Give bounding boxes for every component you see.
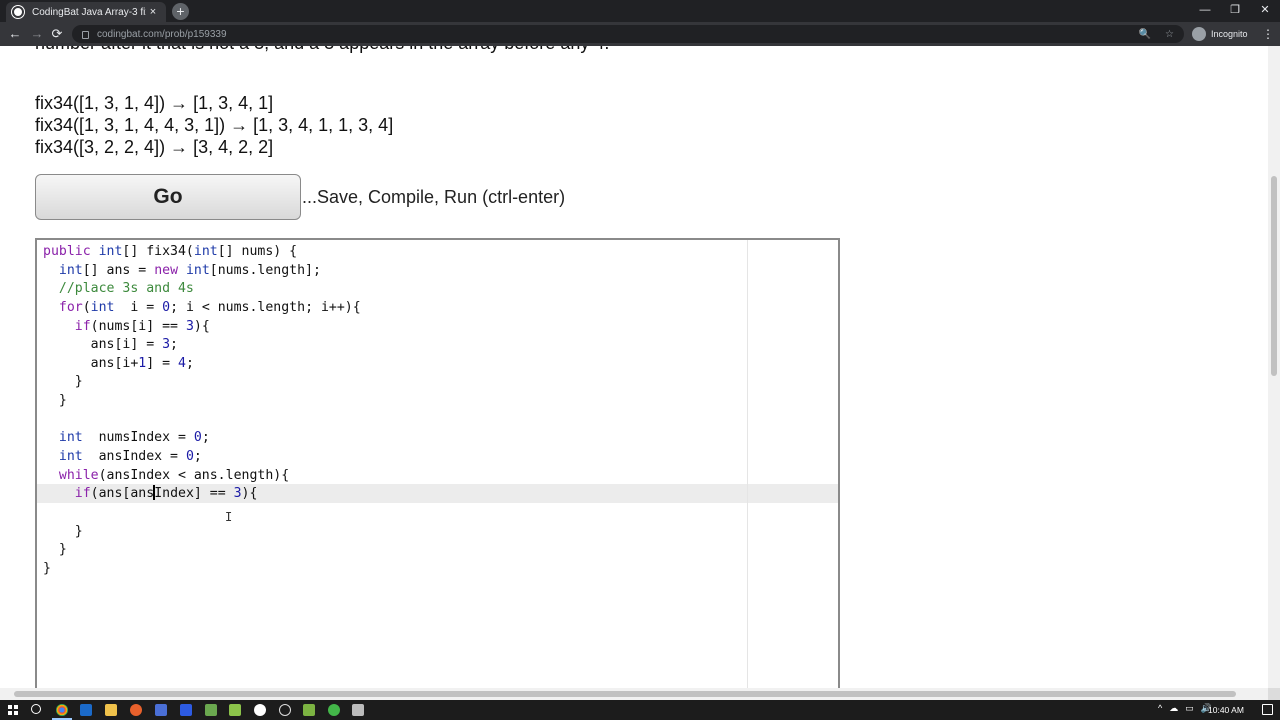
code-text[interactable]: public int[] fix34(int[] nums) { int[] a… <box>43 243 361 579</box>
example-line: fix34([1, 3, 1, 4, 4, 3, 1]) → [1, 3, 4,… <box>35 115 394 135</box>
search-icon[interactable] <box>31 704 41 714</box>
close-window-button[interactable]: ✕ <box>1250 0 1280 22</box>
example-line: fix34([1, 3, 1, 4]) → [1, 3, 4, 1] <box>35 93 274 113</box>
terminal-app-icon[interactable] <box>352 704 364 716</box>
vscode-icon[interactable] <box>80 704 92 716</box>
file-explorer-icon[interactable] <box>105 704 117 716</box>
back-button[interactable]: ← <box>6 25 24 43</box>
go-button[interactable]: Go <box>35 174 301 220</box>
code-line[interactable]: } <box>43 523 361 542</box>
code-line[interactable]: } <box>43 560 361 579</box>
examples-list: fix34([1, 3, 1, 4]) → [1, 3, 4, 1] fix34… <box>35 92 393 158</box>
browser-tab-strip: CodingBat Java Array-3 fix34 × + — ❐ ✕ <box>0 0 1280 22</box>
android-app-icon[interactable] <box>303 704 315 716</box>
clock-app-icon[interactable] <box>279 704 291 716</box>
code-line[interactable]: for(int i = 0; i < nums.length; i++){ <box>43 299 361 318</box>
firefox-icon[interactable] <box>130 704 142 716</box>
code-line[interactable]: ans[i] = 3; <box>43 336 361 355</box>
text-cursor-icon: I <box>225 510 233 524</box>
vertical-scroll-thumb[interactable] <box>1271 176 1277 376</box>
forward-button[interactable]: → <box>28 25 46 43</box>
code-line[interactable]: if(ans[ansIndex] == 3){ <box>43 485 361 504</box>
incognito-icon <box>1192 27 1206 41</box>
onedrive-icon[interactable]: ☁ <box>1169 703 1178 714</box>
code-editor[interactable]: public int[] fix34(int[] nums) { int[] a… <box>35 238 840 688</box>
codingbat-favicon-icon <box>12 6 24 18</box>
tab-title: CodingBat Java Array-3 fix34 <box>32 6 146 18</box>
bookmark-star-icon[interactable]: ☆ <box>1165 29 1174 40</box>
code-line[interactable]: int numsIndex = 0; <box>43 429 361 448</box>
maximize-window-button[interactable]: ❐ <box>1220 0 1250 22</box>
github-icon[interactable] <box>254 704 266 716</box>
chrome-icon[interactable] <box>56 704 68 716</box>
tab-close-icon[interactable]: × <box>146 6 160 18</box>
windows-taskbar: ^ ☁ ▭ 🔊 10:40 AM <box>0 700 1280 720</box>
browser-menu-icon[interactable]: ⋮ <box>1262 25 1274 43</box>
code-line[interactable]: while(ansIndex < ans.length){ <box>43 467 361 486</box>
incognito-profile-button[interactable]: Incognito <box>1192 25 1248 43</box>
active-tab[interactable]: CodingBat Java Array-3 fix34 × <box>6 2 166 22</box>
code-line[interactable]: if(nums[i] == 3){ <box>43 318 361 337</box>
horizontal-scroll-thumb[interactable] <box>14 691 1236 697</box>
horizontal-scrollbar[interactable] <box>0 688 1268 700</box>
new-tab-button[interactable]: + <box>172 3 189 20</box>
code-line[interactable]: } <box>43 541 361 560</box>
example-line: fix34([3, 2, 2, 4]) → [3, 4, 2, 2] <box>35 137 274 157</box>
start-menu-icon[interactable] <box>8 705 18 715</box>
browser-toolbar: ← → ⟳ codingbat.com/prob/p159339 🔍 ☆ Inc… <box>0 22 1280 46</box>
code-line[interactable] <box>43 504 361 523</box>
minecraft-icon[interactable] <box>229 704 241 716</box>
editor-app-icon[interactable] <box>180 704 192 716</box>
vertical-scrollbar[interactable] <box>1268 46 1280 688</box>
code-line[interactable]: int ansIndex = 0; <box>43 448 361 467</box>
address-bar[interactable]: codingbat.com/prob/p159339 🔍 ☆ <box>72 25 1184 43</box>
code-line[interactable]: } <box>43 392 361 411</box>
spotify-icon[interactable] <box>328 704 340 716</box>
page-viewport: number after it that is not a 3, and a 3… <box>0 46 1268 688</box>
code-line[interactable] <box>43 411 361 430</box>
url-text[interactable]: codingbat.com/prob/p159339 <box>97 29 1125 40</box>
taskbar-clock[interactable]: 10:40 AM <box>1208 705 1244 715</box>
print-margin <box>747 240 748 688</box>
minimize-window-button[interactable]: — <box>1190 0 1220 22</box>
code-line[interactable]: ans[i+1] = 4; <box>43 355 361 374</box>
monitor-app-icon[interactable] <box>155 704 167 716</box>
scrollbar-corner <box>1268 688 1280 700</box>
network-icon[interactable]: ▭ <box>1185 703 1194 714</box>
zoom-icon[interactable]: 🔍 <box>1139 29 1151 40</box>
problem-description-partial: number after it that is not a 3, and a 3… <box>35 46 609 54</box>
tray-expand-icon[interactable]: ^ <box>1158 703 1162 714</box>
notification-icon[interactable] <box>1262 704 1273 715</box>
reload-button[interactable]: ⟳ <box>48 25 66 43</box>
code-line[interactable]: } <box>43 373 361 392</box>
profile-label: Incognito <box>1211 29 1248 39</box>
code-line[interactable]: int[] ans = new int[nums.length]; <box>43 262 361 281</box>
lock-icon <box>82 31 89 39</box>
code-line[interactable]: //place 3s and 4s <box>43 280 361 299</box>
go-hint-text: ...Save, Compile, Run (ctrl-enter) <box>302 187 566 207</box>
green-app-icon[interactable] <box>205 704 217 716</box>
system-tray: ^ ☁ ▭ 🔊 <box>1158 703 1212 714</box>
code-line[interactable]: public int[] fix34(int[] nums) { <box>43 243 361 262</box>
